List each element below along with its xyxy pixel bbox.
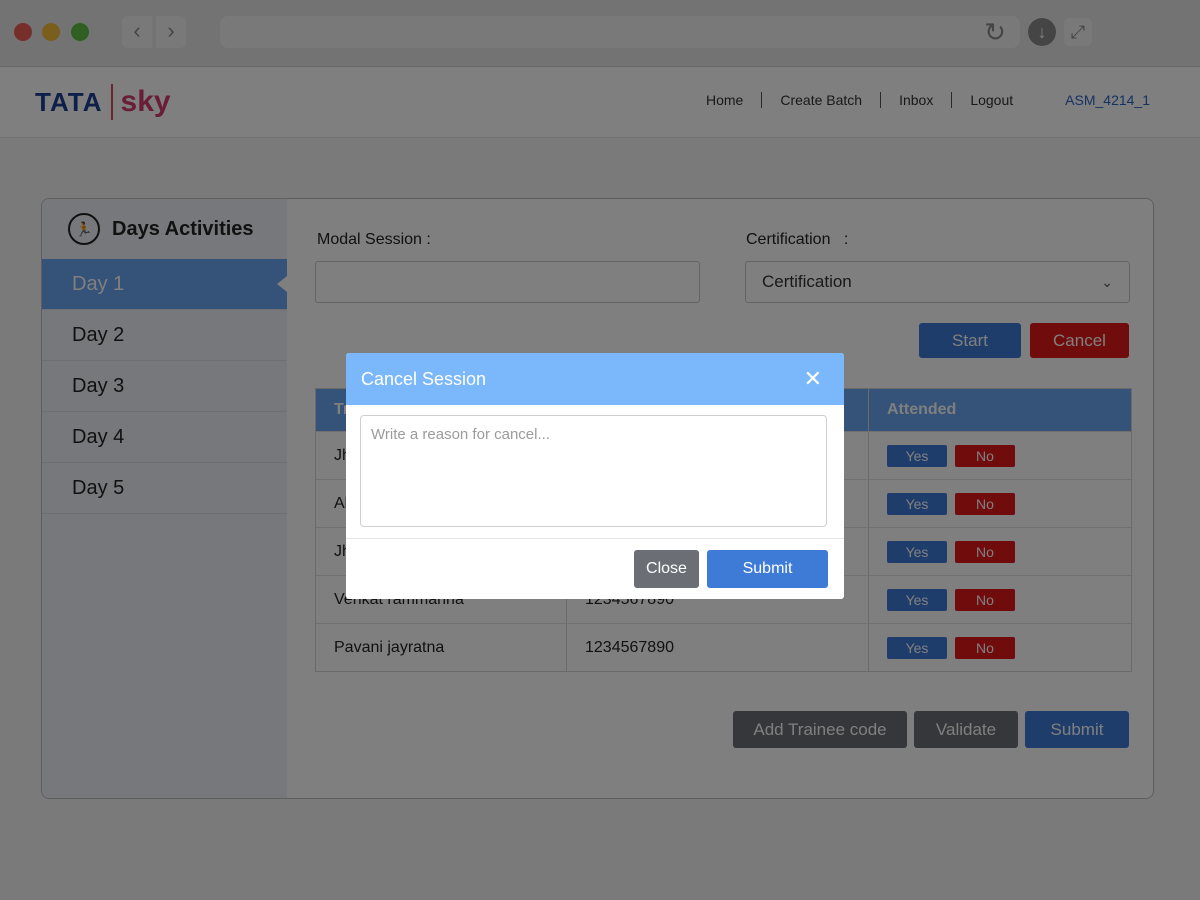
modal-close-button[interactable]: Close xyxy=(634,550,699,588)
close-icon[interactable]: ✕ xyxy=(804,366,822,392)
modal-header: Cancel Session ✕ xyxy=(346,353,844,405)
cancel-session-modal: Cancel Session ✕ Close Submit xyxy=(346,353,844,599)
modal-footer: Close Submit xyxy=(346,538,844,599)
modal-submit-button[interactable]: Submit xyxy=(707,550,828,588)
modal-body xyxy=(346,405,844,537)
cancel-reason-textarea[interactable] xyxy=(360,415,827,527)
modal-title: Cancel Session xyxy=(361,368,487,389)
